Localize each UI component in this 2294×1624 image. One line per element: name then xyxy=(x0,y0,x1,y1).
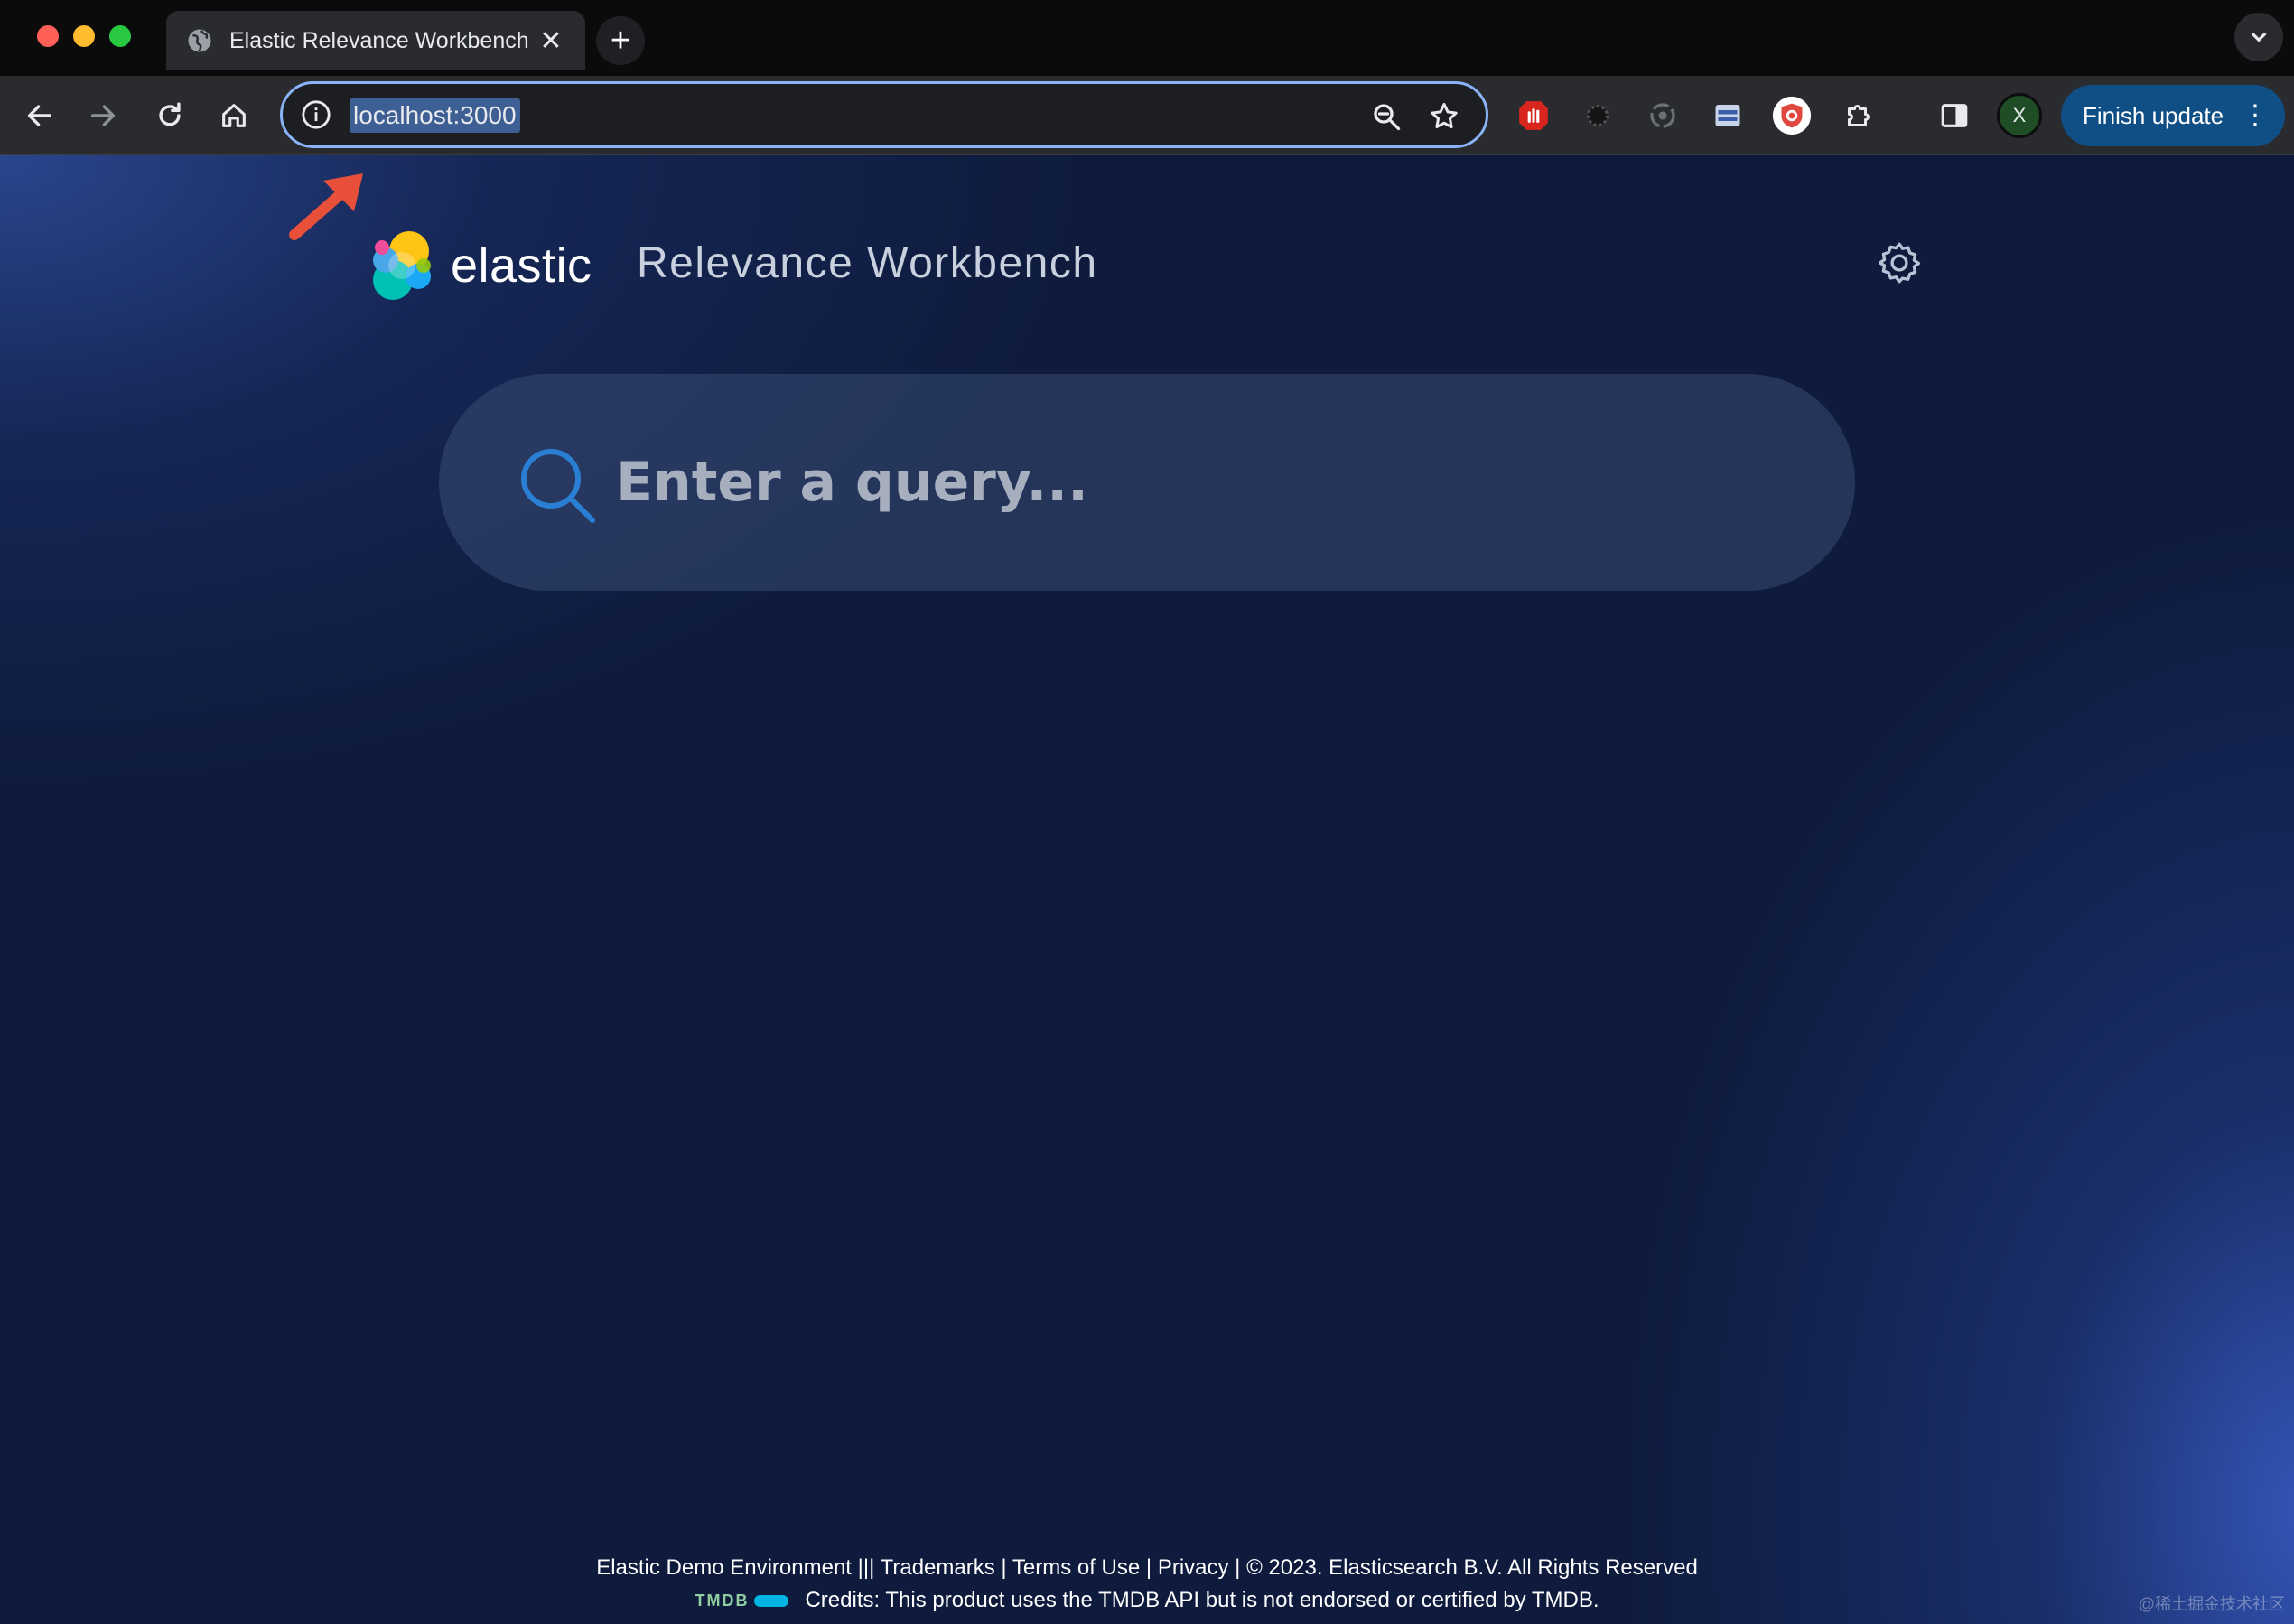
search-icon xyxy=(521,449,595,523)
shield-icon xyxy=(1772,96,1812,135)
stop-hand-icon xyxy=(1519,101,1548,130)
extensions-button[interactable] xyxy=(1837,94,1880,137)
brand-name: elastic xyxy=(451,238,592,293)
minimize-window-button[interactable] xyxy=(73,25,95,47)
credits-text: Credits: This product uses the TMDB API … xyxy=(805,1588,1599,1612)
sync-extension-icon[interactable] xyxy=(1641,94,1684,137)
gear-icon[interactable] xyxy=(1875,238,1924,287)
adblock-extension-icon[interactable] xyxy=(1512,94,1555,137)
sun-icon xyxy=(1587,105,1609,126)
finish-update-label: Finish update xyxy=(2083,101,2224,129)
puzzle-icon xyxy=(1848,105,1870,126)
more-menu-icon[interactable]: ⋮ xyxy=(2242,98,2269,134)
tab-search-button[interactable] xyxy=(2234,13,2283,61)
close-window-button[interactable] xyxy=(37,25,59,47)
elastic-logo-icon xyxy=(373,231,431,300)
maximize-window-button[interactable] xyxy=(109,25,131,47)
search-bar[interactable] xyxy=(439,374,1855,591)
side-panel-icon xyxy=(1941,104,1968,127)
new-tab-button[interactable]: + xyxy=(596,16,645,65)
footer-links: Elastic Demo Environment ||| Trademarks … xyxy=(596,1555,1698,1580)
footer-credits: TMDB Credits: This product uses the TMDB… xyxy=(0,1588,2294,1613)
footer-copyright: © 2023. Elasticsearch B.V. All Rights Re… xyxy=(1246,1555,1698,1580)
info-icon[interactable] xyxy=(301,99,331,130)
dark-extension-icon[interactable] xyxy=(1576,94,1619,137)
footer-link-terms[interactable]: Terms of Use xyxy=(1012,1555,1140,1580)
tmdb-pill-icon xyxy=(754,1594,789,1607)
profile-avatar[interactable]: X xyxy=(1997,93,2042,138)
window-icon xyxy=(1715,105,1740,126)
finish-update-button[interactable]: Finish update ⋮ xyxy=(2061,85,2285,146)
star-icon[interactable] xyxy=(1428,100,1460,133)
sync-icon xyxy=(1650,103,1675,128)
footer-link-privacy[interactable]: Privacy xyxy=(1158,1555,1229,1580)
tab-strip: Elastic Relevance Workbench ✕ + xyxy=(0,0,2294,76)
home-button[interactable] xyxy=(209,90,259,141)
window-extension-icon[interactable] xyxy=(1706,94,1749,137)
url-text[interactable]: localhost:3000 xyxy=(350,98,520,133)
reload-icon xyxy=(159,102,181,126)
page-title: Relevance Workbench xyxy=(637,239,1098,287)
search-input[interactable] xyxy=(616,428,1790,537)
tab-elastic-relevance-workbench[interactable]: Elastic Relevance Workbench ✕ xyxy=(166,11,585,70)
zoom-icon[interactable] xyxy=(1370,100,1403,133)
home-icon xyxy=(222,104,246,127)
watermark: @稀土掘金技术社区 xyxy=(2138,1595,2285,1613)
chevron-down-icon xyxy=(2251,33,2267,42)
browser-toolbar: localhost:3000 X Finish update ⋮ xyxy=(0,76,2294,155)
tmdb-logo: TMDB xyxy=(695,1591,789,1610)
page-viewport: elastic Relevance Workbench Elastic Demo… xyxy=(0,155,2294,1624)
address-bar[interactable]: localhost:3000 xyxy=(280,81,1488,148)
globe-icon xyxy=(188,29,211,52)
shield-extension-icon[interactable] xyxy=(1770,94,1814,137)
tab-close-icon[interactable]: ✕ xyxy=(536,25,565,57)
arrow-right-icon xyxy=(90,105,116,126)
browser-chrome: Elastic Relevance Workbench ✕ + localhos… xyxy=(0,0,2294,155)
arrow-left-icon xyxy=(27,105,52,126)
forward-button[interactable] xyxy=(78,90,128,141)
annotation-arrow-icon xyxy=(289,173,363,240)
elastic-brand[interactable]: elastic xyxy=(364,228,592,303)
reload-button[interactable] xyxy=(145,90,195,141)
tmdb-label: TMDB xyxy=(695,1591,750,1610)
footer-link-demo[interactable]: Elastic Demo Environment ||| xyxy=(596,1555,874,1580)
tab-title: Elastic Relevance Workbench xyxy=(229,27,529,53)
back-button[interactable] xyxy=(14,90,65,141)
footer-link-trademarks[interactable]: Trademarks xyxy=(881,1555,995,1580)
side-panel-button[interactable] xyxy=(1933,94,1976,137)
